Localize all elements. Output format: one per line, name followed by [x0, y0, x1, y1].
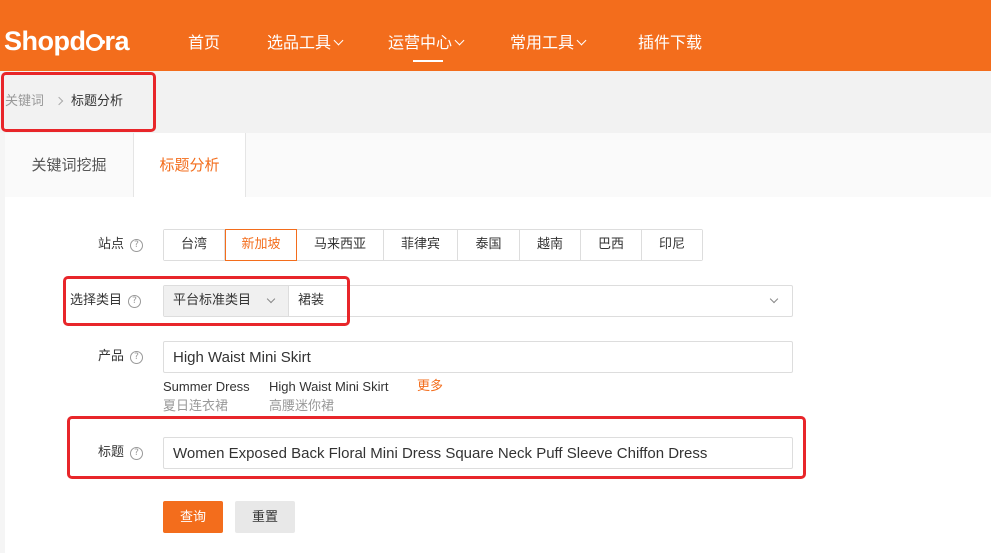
- help-icon[interactable]: ?: [130, 238, 144, 252]
- logo-o-icon: [86, 34, 106, 51]
- site-option-malaysia[interactable]: 马来西亚: [297, 230, 384, 260]
- nav-active-indicator: [413, 60, 443, 62]
- breadcrumb: [0, 71, 991, 133]
- tab-keyword-mining[interactable]: 关键词挖掘: [5, 133, 133, 197]
- nav-item-home[interactable]: 首页: [188, 33, 220, 53]
- site-option-vietnam[interactable]: 越南: [520, 230, 581, 260]
- chevron-down-icon: [333, 35, 344, 46]
- top-nav-bar: [0, 0, 991, 71]
- product-suggestion[interactable]: Summer Dress 夏日连衣裙: [163, 379, 250, 415]
- product-input[interactable]: [163, 341, 793, 373]
- title-label: 标题?: [98, 445, 144, 461]
- title-input[interactable]: [163, 437, 793, 469]
- product-suggestion[interactable]: High Waist Mini Skirt 高腰迷你裙: [269, 379, 388, 415]
- category-label: 选择类目?: [70, 293, 142, 309]
- nav-item-plugin-download[interactable]: 插件下载: [638, 33, 702, 53]
- nav-item-operation-center[interactable]: 运营中心: [388, 33, 465, 53]
- chevron-down-icon: [576, 35, 587, 46]
- help-icon[interactable]: ?: [128, 294, 142, 308]
- help-icon[interactable]: ?: [130, 446, 144, 460]
- site-option-taiwan[interactable]: 台湾: [164, 230, 225, 260]
- query-button[interactable]: 查询: [163, 501, 223, 533]
- site-option-brazil[interactable]: 巴西: [581, 230, 642, 260]
- help-icon[interactable]: ?: [130, 350, 144, 364]
- breadcrumb-current: 标题分析: [71, 94, 124, 109]
- site-option-singapore[interactable]: 新加坡: [225, 229, 297, 261]
- chevron-down-icon: [454, 35, 465, 46]
- chevron-down-icon: [266, 294, 276, 304]
- more-suggestions-link[interactable]: 更多: [417, 379, 443, 395]
- product-label: 产品?: [98, 349, 144, 365]
- site-option-philippines[interactable]: 菲律宾: [384, 230, 458, 260]
- site-radio-group: 台湾 新加坡 马来西亚 菲律宾 泰国 越南 巴西 印尼: [163, 229, 703, 261]
- nav-item-common-tools[interactable]: 常用工具: [510, 33, 587, 53]
- category-select[interactable]: 平台标准类目 裙装: [163, 285, 793, 317]
- nav-item-product-selection[interactable]: 选品工具: [267, 33, 344, 53]
- category-type-select[interactable]: 平台标准类目: [164, 286, 289, 316]
- shopdora-logo[interactable]: Shopd ra: [4, 24, 130, 58]
- category-value: 裙装: [298, 293, 325, 308]
- tab-title-analysis[interactable]: 标题分析: [133, 133, 246, 197]
- chevron-down-icon: [769, 294, 779, 304]
- site-option-thailand[interactable]: 泰国: [458, 230, 520, 260]
- reset-button[interactable]: 重置: [235, 501, 295, 533]
- site-option-indonesia[interactable]: 印尼: [642, 230, 702, 260]
- site-label: 站点?: [98, 237, 144, 253]
- breadcrumb-parent[interactable]: 关键词: [5, 94, 44, 110]
